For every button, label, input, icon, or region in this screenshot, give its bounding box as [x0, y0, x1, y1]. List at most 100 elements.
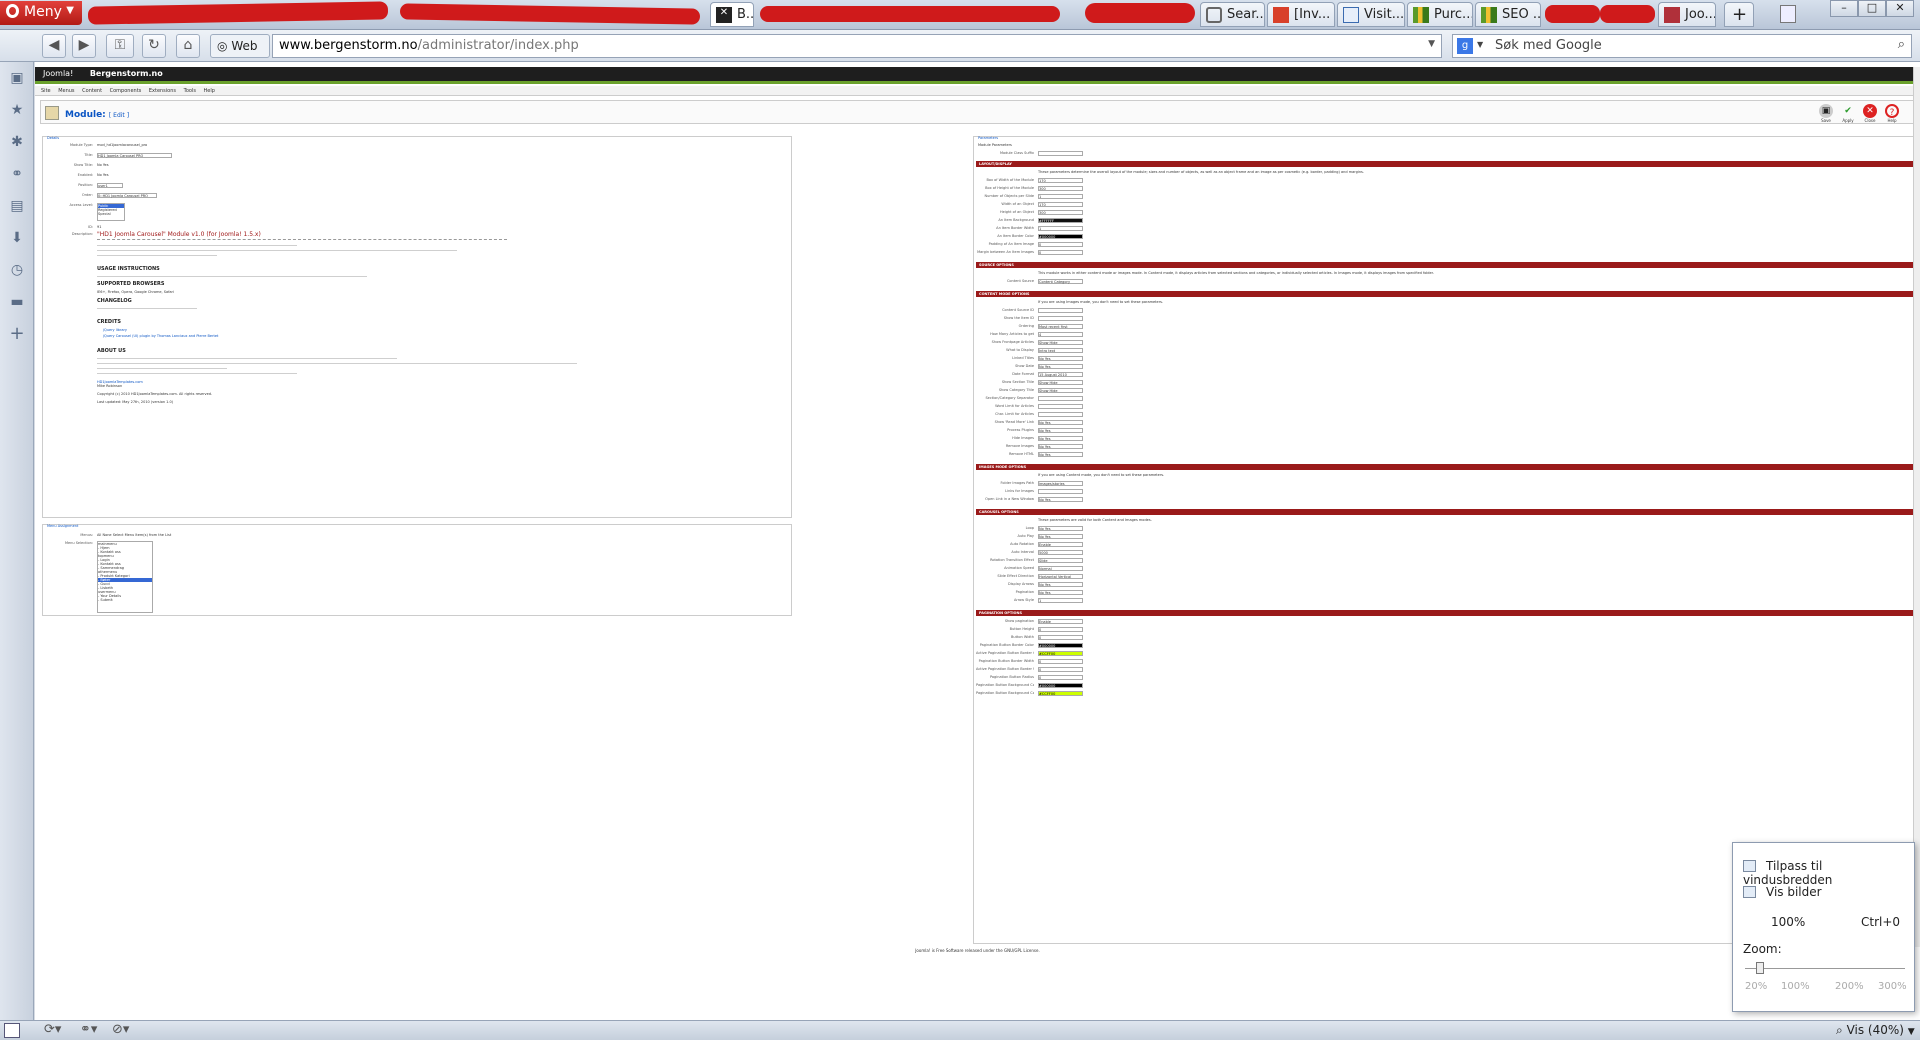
param-input[interactable]: Normal — [1038, 566, 1083, 571]
opera-menu-button[interactable]: Meny ▼ — [0, 1, 82, 25]
param-input[interactable]: 0 — [1038, 675, 1083, 680]
redacted-tab[interactable] — [1545, 5, 1600, 23]
tab-purc[interactable]: Purc... — [1407, 2, 1473, 27]
address-field[interactable]: www.bergenstorm.no/administrator/index.p… — [272, 34, 1442, 58]
order-select[interactable]: 0::HD1 Joomla Carousel PRO — [97, 193, 157, 198]
param-input[interactable] — [1038, 404, 1083, 409]
param-input[interactable]: Enable — [1038, 619, 1083, 624]
param-input[interactable]: No Yes — [1038, 356, 1083, 361]
apply-button[interactable]: Apply — [1838, 118, 1858, 123]
menu-item[interactable]: Menus — [58, 88, 74, 94]
param-input[interactable]: Show Hide — [1038, 380, 1083, 385]
param-input[interactable]: 0 — [1038, 242, 1083, 247]
param-input[interactable] — [1038, 316, 1083, 321]
param-section-header[interactable]: CONTENT MODE OPTIONS — [976, 291, 1914, 297]
tab-search[interactable]: Sear... — [1200, 2, 1265, 27]
param-input[interactable]: #000000 — [1038, 234, 1083, 239]
tab-active[interactable]: ✕B... — [710, 2, 754, 27]
show-title-radio[interactable]: No Yes — [97, 163, 109, 167]
tab-visit[interactable]: Visit... — [1337, 2, 1405, 27]
fit-width-menu-item[interactable]: Tilpass til vindusbredden — [1743, 859, 1914, 887]
tab-inv[interactable]: [Inv... — [1267, 2, 1335, 27]
new-tab-button[interactable]: + — [1724, 2, 1754, 27]
param-input[interactable]: 0 — [1038, 250, 1083, 255]
param-input[interactable]: 15 August 2010 — [1038, 372, 1083, 377]
add-panel-icon[interactable]: + — [9, 325, 25, 343]
apply-icon[interactable]: ✔ — [1841, 104, 1855, 118]
param-input[interactable]: 300 — [1038, 210, 1083, 215]
zoom-slider-handle[interactable] — [1756, 962, 1764, 974]
menu-item[interactable]: Components — [110, 88, 142, 94]
redacted-tab[interactable] — [1600, 5, 1655, 23]
param-input[interactable]: 170 — [1038, 178, 1083, 183]
position-field[interactable]: user1 — [97, 183, 123, 188]
param-input[interactable]: 0 — [1038, 659, 1083, 664]
param-input[interactable] — [1038, 489, 1083, 494]
enabled-radio[interactable]: No Yes — [97, 173, 109, 177]
downloads-icon[interactable]: ⬇ — [9, 230, 25, 246]
param-input[interactable]: 5000 — [1038, 550, 1083, 555]
param-input[interactable]: #CCFF00 — [1038, 651, 1083, 656]
param-input[interactable]: No Yes — [1038, 420, 1083, 425]
menu-item[interactable]: Content — [82, 88, 102, 94]
chevron-down-icon[interactable]: ▼ — [1428, 39, 1435, 49]
param-input[interactable]: No Yes — [1038, 497, 1083, 502]
close-icon[interactable]: ✕ — [1863, 104, 1877, 118]
param-input[interactable]: Intro text — [1038, 348, 1083, 353]
param-section-header[interactable]: LAYOUT/DISPLAY — [976, 161, 1914, 167]
panel-toggle-icon[interactable] — [4, 1023, 20, 1038]
menu-item[interactable]: Site — [41, 88, 51, 94]
access-level-list[interactable]: Public Registered Special — [97, 203, 125, 221]
param-input[interactable]: 4 — [1038, 332, 1083, 337]
redacted-tab[interactable] — [1085, 3, 1195, 23]
param-input[interactable]: Show Hide — [1038, 388, 1083, 393]
links-icon[interactable]: ▬ — [9, 294, 25, 310]
key-icon[interactable]: ⚿ — [106, 34, 134, 58]
param-input[interactable] — [1038, 412, 1083, 417]
search-field[interactable]: g ▼ Søk med Google ⌕ — [1452, 34, 1912, 58]
save-icon[interactable]: ▣ — [1819, 104, 1833, 118]
param-input[interactable]: #000000 — [1038, 683, 1083, 688]
param-input[interactable]: 1 — [1038, 598, 1083, 603]
param-input[interactable]: No Yes — [1038, 582, 1083, 587]
close-window-button[interactable]: ✕ — [1886, 0, 1914, 17]
param-input[interactable]: No Yes — [1038, 436, 1083, 441]
param-input[interactable]: #CCFF00 — [1038, 691, 1083, 696]
param-input[interactable]: 1 — [1038, 226, 1083, 231]
help-button[interactable]: Help — [1882, 118, 1902, 123]
history-icon[interactable]: ◷ — [9, 262, 25, 278]
credit-link[interactable]: jQuery library — [103, 328, 497, 332]
param-input[interactable]: 170 — [1038, 202, 1083, 207]
credit-link[interactable]: jQuery Carousel (UI) plugin by Thomas La… — [103, 334, 497, 338]
redacted-tab[interactable] — [87, 1, 389, 25]
param-section-header[interactable]: SOURCE OPTIONS — [976, 262, 1914, 268]
unite-icon[interactable]: ⚭ — [9, 166, 25, 182]
param-input[interactable]: 0 — [1038, 667, 1083, 672]
trash-icon[interactable] — [1780, 5, 1796, 23]
param-section-header[interactable]: IMAGES MODE OPTIONS — [976, 464, 1914, 470]
turbo-icon[interactable]: ⊘▾ — [112, 1022, 129, 1037]
minimize-button[interactable]: – — [1830, 0, 1858, 17]
reload-button[interactable]: ↻ — [142, 34, 166, 58]
unite-status-icon[interactable]: ⚭▾ — [80, 1022, 97, 1037]
save-button[interactable]: Save — [1816, 118, 1836, 123]
param-input[interactable]: 1 — [1038, 194, 1083, 199]
maximize-button[interactable]: □ — [1858, 0, 1886, 17]
page-scrollbar[interactable] — [1913, 67, 1920, 947]
forward-button[interactable]: ▶ — [72, 34, 96, 58]
param-input[interactable]: #000000 — [1038, 643, 1083, 648]
param-input[interactable]: Show Hide — [1038, 340, 1083, 345]
param-input[interactable]: No Yes — [1038, 590, 1083, 595]
menu-item[interactable]: Help — [204, 88, 215, 94]
param-input[interactable]: No Yes — [1038, 534, 1083, 539]
redacted-tab[interactable] — [399, 3, 701, 25]
tab-seo[interactable]: SEO ... — [1475, 2, 1541, 27]
param-input[interactable]: #FFFFFF — [1038, 218, 1083, 223]
redacted-tab[interactable] — [760, 6, 1060, 22]
bookmark-icon[interactable]: ▣ — [9, 70, 25, 86]
menu-selection-list[interactable]: mainmenu - Hjem - Kontakt oss topmenu - … — [97, 541, 153, 613]
param-input[interactable]: Slide — [1038, 558, 1083, 563]
param-input[interactable] — [1038, 396, 1083, 401]
help-icon[interactable]: ? — [1885, 104, 1899, 118]
param-input[interactable]: Most recent first — [1038, 324, 1083, 329]
